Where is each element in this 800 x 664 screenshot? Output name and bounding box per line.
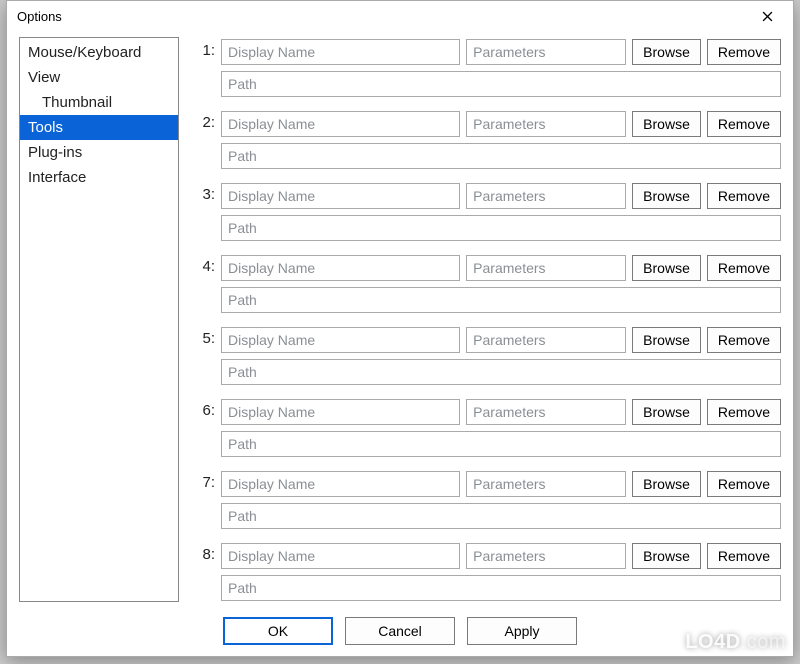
browse-button[interactable]: Browse (632, 471, 701, 497)
display-name-input[interactable] (221, 399, 460, 425)
display-name-input[interactable] (221, 543, 460, 569)
dialog-body: Mouse/KeyboardViewThumbnailToolsPlug-ins… (7, 31, 793, 606)
path-input[interactable] (221, 503, 781, 529)
tool-row: 3:BrowseRemove (193, 183, 781, 241)
remove-button[interactable]: Remove (707, 399, 781, 425)
row-index: 6: (193, 399, 215, 457)
row-top: BrowseRemove (221, 39, 781, 65)
row-fields: BrowseRemove (221, 183, 781, 241)
row-top: BrowseRemove (221, 327, 781, 353)
row-index: 8: (193, 543, 215, 601)
path-input[interactable] (221, 575, 781, 601)
tool-row: 7:BrowseRemove (193, 471, 781, 529)
row-fields: BrowseRemove (221, 471, 781, 529)
browse-button[interactable]: Browse (632, 543, 701, 569)
row-top: BrowseRemove (221, 255, 781, 281)
path-input[interactable] (221, 431, 781, 457)
path-input[interactable] (221, 71, 781, 97)
titlebar: Options (7, 1, 793, 31)
row-top: BrowseRemove (221, 399, 781, 425)
sidebar-item-interface[interactable]: Interface (20, 165, 178, 190)
tool-row: 5:BrowseRemove (193, 327, 781, 385)
remove-button[interactable]: Remove (707, 327, 781, 353)
display-name-input[interactable] (221, 183, 460, 209)
display-name-input[interactable] (221, 255, 460, 281)
sidebar-item-view[interactable]: View (20, 65, 178, 90)
display-name-input[interactable] (221, 327, 460, 353)
sidebar[interactable]: Mouse/KeyboardViewThumbnailToolsPlug-ins… (19, 37, 179, 602)
remove-button[interactable]: Remove (707, 183, 781, 209)
tool-row: 2:BrowseRemove (193, 111, 781, 169)
parameters-input[interactable] (466, 111, 626, 137)
row-index: 5: (193, 327, 215, 385)
close-icon (762, 11, 773, 22)
close-button[interactable] (747, 3, 787, 29)
display-name-input[interactable] (221, 111, 460, 137)
remove-button[interactable]: Remove (707, 543, 781, 569)
sidebar-item-thumbnail[interactable]: Thumbnail (20, 90, 178, 115)
row-fields: BrowseRemove (221, 327, 781, 385)
path-input[interactable] (221, 287, 781, 313)
parameters-input[interactable] (466, 471, 626, 497)
path-input[interactable] (221, 143, 781, 169)
row-index: 3: (193, 183, 215, 241)
ok-button[interactable]: OK (223, 617, 333, 645)
path-input[interactable] (221, 359, 781, 385)
remove-button[interactable]: Remove (707, 39, 781, 65)
sidebar-item-plug-ins[interactable]: Plug-ins (20, 140, 178, 165)
display-name-input[interactable] (221, 39, 460, 65)
browse-button[interactable]: Browse (632, 255, 701, 281)
row-fields: BrowseRemove (221, 543, 781, 601)
row-index: 7: (193, 471, 215, 529)
row-fields: BrowseRemove (221, 39, 781, 97)
row-fields: BrowseRemove (221, 255, 781, 313)
row-fields: BrowseRemove (221, 399, 781, 457)
tool-row: 8:BrowseRemove (193, 543, 781, 601)
browse-button[interactable]: Browse (632, 327, 701, 353)
cancel-button[interactable]: Cancel (345, 617, 455, 645)
tool-row: 4:BrowseRemove (193, 255, 781, 313)
row-top: BrowseRemove (221, 471, 781, 497)
sidebar-item-mouse-keyboard[interactable]: Mouse/Keyboard (20, 40, 178, 65)
browse-button[interactable]: Browse (632, 399, 701, 425)
tool-row: 1:BrowseRemove (193, 39, 781, 97)
row-top: BrowseRemove (221, 183, 781, 209)
row-index: 1: (193, 39, 215, 97)
options-dialog: Options Mouse/KeyboardViewThumbnailTools… (6, 0, 794, 657)
parameters-input[interactable] (466, 399, 626, 425)
parameters-input[interactable] (466, 327, 626, 353)
parameters-input[interactable] (466, 39, 626, 65)
row-fields: BrowseRemove (221, 111, 781, 169)
dialog-title: Options (17, 9, 62, 24)
row-index: 4: (193, 255, 215, 313)
remove-button[interactable]: Remove (707, 111, 781, 137)
remove-button[interactable]: Remove (707, 471, 781, 497)
dialog-footer: OK Cancel Apply (7, 606, 793, 656)
parameters-input[interactable] (466, 183, 626, 209)
display-name-input[interactable] (221, 471, 460, 497)
browse-button[interactable]: Browse (632, 39, 701, 65)
row-top: BrowseRemove (221, 543, 781, 569)
sidebar-item-tools[interactable]: Tools (20, 115, 178, 140)
row-top: BrowseRemove (221, 111, 781, 137)
parameters-input[interactable] (466, 255, 626, 281)
path-input[interactable] (221, 215, 781, 241)
remove-button[interactable]: Remove (707, 255, 781, 281)
parameters-input[interactable] (466, 543, 626, 569)
row-index: 2: (193, 111, 215, 169)
browse-button[interactable]: Browse (632, 183, 701, 209)
browse-button[interactable]: Browse (632, 111, 701, 137)
tools-panel: 1:BrowseRemove2:BrowseRemove3:BrowseRemo… (193, 37, 781, 602)
tool-row: 6:BrowseRemove (193, 399, 781, 457)
apply-button[interactable]: Apply (467, 617, 577, 645)
